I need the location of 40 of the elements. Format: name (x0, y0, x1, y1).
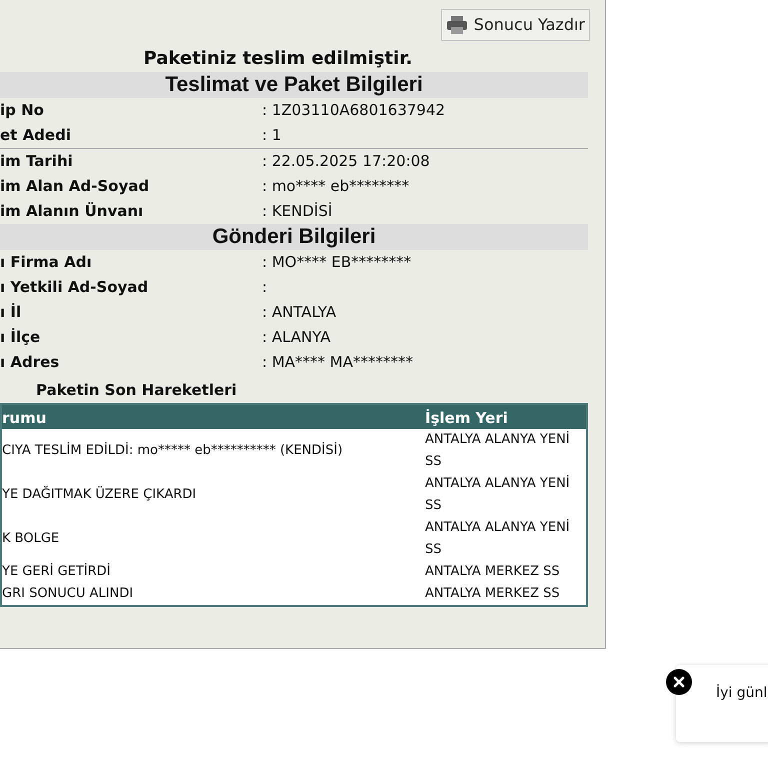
printer-icon (446, 15, 468, 35)
table-cell-text: K BOLGE (2, 530, 60, 548)
field-value: : mo**** eb******** (262, 176, 410, 198)
table-cell-text: GRI SONUCU ALINDI (2, 585, 134, 603)
column-header: rumu (2, 408, 48, 428)
field-value: : MA**** MA******** (262, 352, 413, 374)
field-label: im Alan Ad-Soyad (0, 176, 150, 198)
status-message: Paketiniz teslim edilmiştir. (142, 47, 414, 71)
close-icon[interactable] (666, 669, 692, 695)
field-label: im Tarihi (0, 151, 74, 172)
table-cell-text: CIYA TESLİM EDİLDİ: mo***** eb********** (KENDİSİ) (2, 441, 344, 460)
field-label: et Adedi (0, 125, 72, 146)
field-value: : MO**** EB******** (262, 252, 412, 274)
field-label: ip No (0, 100, 45, 122)
column-header: İşlem Yeri (425, 408, 508, 428)
field-value: : (262, 277, 268, 298)
movements-title: Paketin Son Hareketleri (35, 380, 238, 401)
field-label: ı Adres (0, 352, 60, 374)
section-header: Gönderi Bilgileri (0, 224, 588, 250)
table-cell-text: YE DAĞITMAK ÜZERE ÇIKARDI (2, 484, 198, 504)
field-label: ı İl (0, 302, 22, 324)
table-cell-text: YE GERİ GETİRDİ (2, 562, 112, 581)
field-value: : 22.05.2025 17:20:08 (262, 151, 430, 172)
table-cell-text: ANTALYA MERKEZ SS (425, 585, 561, 603)
field-value: : ALANYA (262, 327, 331, 348)
table-cell-text: ANTALYA ALANYA YENİ SS (425, 474, 571, 515)
field-label: ı Yetkili Ad-Soyad (0, 277, 150, 298)
field-label: im Alanın Ünvanı (0, 201, 144, 222)
field-value: : 1 (262, 125, 282, 146)
field-label: ı Firma Adı (0, 252, 93, 274)
print-button[interactable]: Sonucu Yazdır (440, 9, 590, 41)
field-value: : ANTALYA (262, 302, 336, 324)
field-value: : KENDİSİ (262, 201, 332, 222)
section-header: Teslimat ve Paket Bilgileri (0, 72, 588, 98)
toast-message: İyi günl (716, 683, 768, 703)
field-value: : 1Z03110A6801637942 (262, 100, 446, 122)
field-label: ı İlçe (0, 327, 42, 348)
table-cell-text: ANTALYA MERKEZ SS (425, 563, 561, 581)
table-cell-text: ANTALYA ALANYA YENİ SS (425, 518, 571, 559)
table-cell-text: ANTALYA ALANYA YENİ SS (425, 430, 571, 471)
